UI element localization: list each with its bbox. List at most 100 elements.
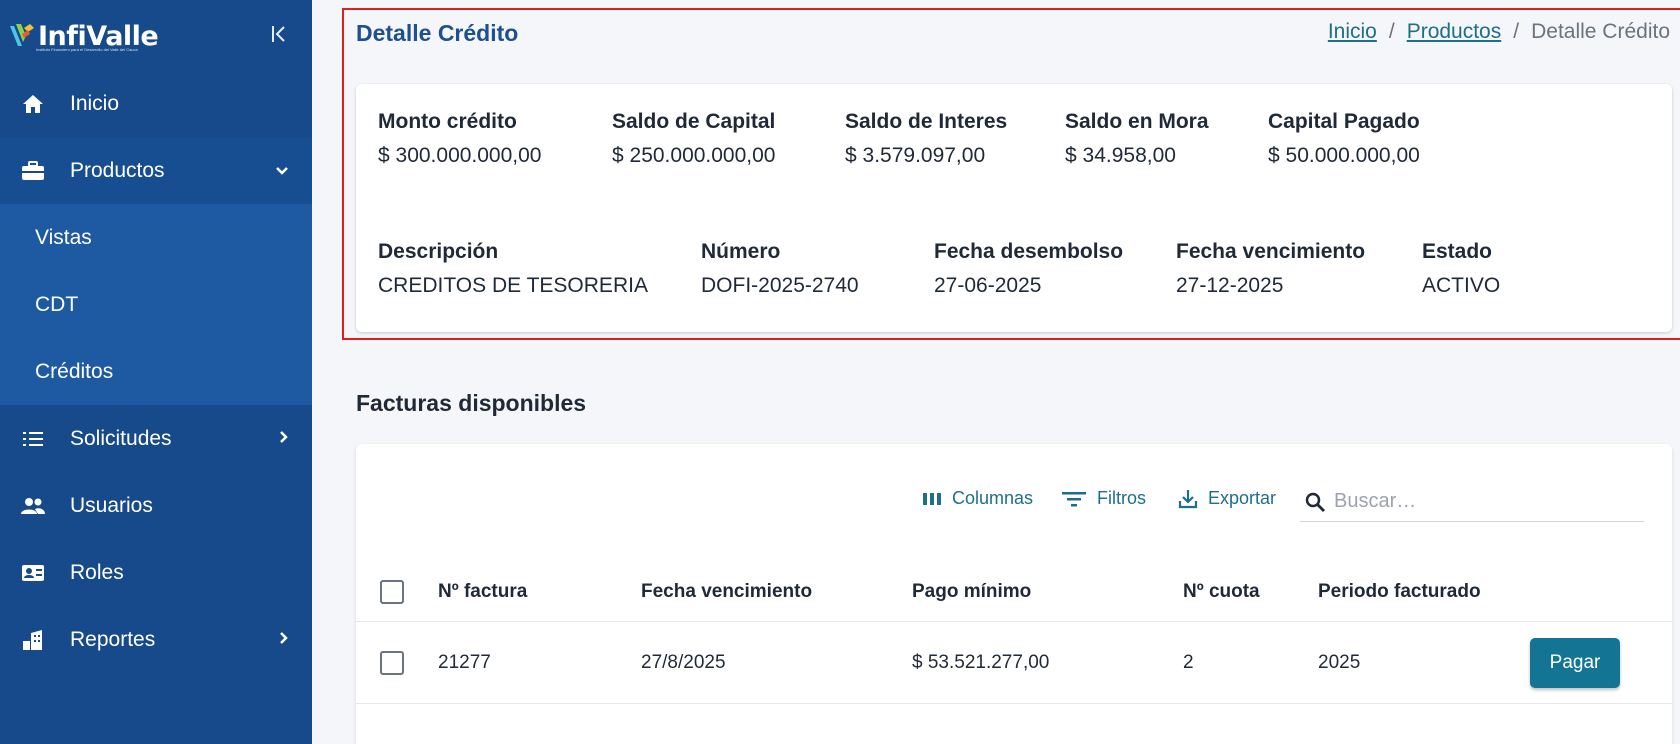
filters-label: Filtros xyxy=(1097,488,1146,508)
columns-button[interactable]: Columnas xyxy=(922,488,1033,509)
cell-periodo: 2025 xyxy=(1318,651,1361,673)
cell-factura: 21277 xyxy=(438,651,491,673)
field-value: 27-06-2025 xyxy=(934,274,1042,297)
sidebar-subitem-cdt[interactable]: CDT xyxy=(0,271,312,338)
credit-detail-card: Monto crédito $ 300.000.000,00 Saldo de … xyxy=(356,84,1672,332)
field-label: Saldo de Capital xyxy=(612,110,776,133)
columns-label: Columnas xyxy=(952,488,1034,508)
sidebar-item-label: Solicitudes xyxy=(70,426,172,450)
invoices-table: Columnas Filtros Exportar Nº factura Fec… xyxy=(356,444,1672,744)
table-toolbar: Columnas Filtros Exportar xyxy=(356,482,1672,522)
field-value: $ 34.958,00 xyxy=(1065,144,1176,167)
field-saldo-capital: Saldo de Capital $ 250.000.000,00 xyxy=(612,110,776,168)
users-icon xyxy=(20,493,46,519)
collapse-sidebar-button[interactable] xyxy=(268,22,290,46)
field-label: Saldo en Mora xyxy=(1065,110,1209,133)
field-fecha-vencimiento: Fecha vencimiento 27-12-2025 xyxy=(1176,240,1365,298)
id-card-icon xyxy=(20,560,46,586)
sidebar-item-reportes[interactable]: Reportes xyxy=(0,606,312,673)
chevron-right-icon xyxy=(280,632,288,647)
field-label: Número xyxy=(701,240,781,263)
sidebar-item-productos[interactable]: Productos xyxy=(0,137,312,204)
brand-tagline: Instituto Financiero para el Desarrollo … xyxy=(36,47,138,52)
field-label: Monto crédito xyxy=(378,110,517,133)
field-capital-pagado: Capital Pagado $ 50.000.000,00 xyxy=(1268,110,1420,168)
search-input[interactable] xyxy=(1334,490,1624,513)
field-saldo-mora: Saldo en Mora $ 34.958,00 xyxy=(1065,110,1209,168)
sidebar-subitem-creditos[interactable]: Créditos xyxy=(0,338,312,405)
brand-name: InfiValle xyxy=(38,21,159,52)
sidebar-item-inicio[interactable]: Inicio xyxy=(0,70,312,137)
search-icon xyxy=(1305,492,1325,512)
breadcrumb-separator: / xyxy=(1513,20,1520,43)
column-header-pago-minimo[interactable]: Pago mínimo xyxy=(912,581,1031,603)
breadcrumb: Inicio / Productos / Detalle Crédito xyxy=(1328,20,1670,44)
invoices-title: Facturas disponibles xyxy=(356,390,587,416)
sidebar: InfiValle Instituto Financiero para el D… xyxy=(0,0,312,744)
list-icon xyxy=(20,426,46,452)
pay-button[interactable]: Pagar xyxy=(1530,638,1620,688)
field-value: 27-12-2025 xyxy=(1176,274,1284,297)
field-value: $ 50.000.000,00 xyxy=(1268,144,1420,167)
field-value: CREDITOS DE TESORERIA xyxy=(378,274,648,297)
breadcrumb-productos[interactable]: Productos xyxy=(1407,20,1502,44)
logo-mark-icon xyxy=(8,20,38,50)
cell-pago-minimo: $ 53.521.277,00 xyxy=(912,651,1050,673)
field-value: $ 3.579.097,00 xyxy=(845,144,986,167)
field-descripcion: Descripción CREDITOS DE TESORERIA xyxy=(378,240,648,298)
page-title: Detalle Crédito xyxy=(356,20,519,46)
field-fecha-desembolso: Fecha desembolso 27-06-2025 xyxy=(934,240,1123,298)
row-checkbox[interactable] xyxy=(380,650,404,675)
table-header: Nº factura Fecha vencimiento Pago mínimo… xyxy=(356,562,1672,622)
filter-icon xyxy=(1062,491,1086,506)
field-numero: Número DOFI-2025-2740 xyxy=(701,240,859,298)
field-value: DOFI-2025-2740 xyxy=(701,274,859,297)
sidebar-item-roles[interactable]: Roles xyxy=(0,539,312,606)
field-estado: Estado ACTIVO xyxy=(1422,240,1500,298)
sidebar-item-label: Roles xyxy=(70,560,124,584)
collapse-icon xyxy=(272,26,285,42)
sidebar-item-label: Usuarios xyxy=(70,493,153,517)
home-icon xyxy=(20,91,46,117)
sidebar-item-label: Inicio xyxy=(70,91,120,115)
infivalle-logo[interactable]: InfiValle xyxy=(8,20,159,52)
field-label: Descripción xyxy=(378,240,499,263)
column-header-periodo[interactable]: Periodo facturado xyxy=(1318,581,1481,603)
columns-icon xyxy=(923,492,941,505)
field-label: Saldo de Interes xyxy=(845,110,1008,133)
breadcrumb-current: Detalle Crédito xyxy=(1531,20,1670,43)
table-row: 21277 27/8/2025 $ 53.521.277,00 2 2025 P… xyxy=(356,622,1672,704)
field-value: ACTIVO xyxy=(1422,274,1501,297)
cell-vencimiento: 27/8/2025 xyxy=(641,651,726,673)
breadcrumb-inicio[interactable]: Inicio xyxy=(1328,20,1377,44)
productos-submenu: Vistas CDT Créditos xyxy=(0,204,312,405)
sidebar-subitem-vistas[interactable]: Vistas xyxy=(0,204,312,271)
field-monto-credito: Monto crédito $ 300.000.000,00 xyxy=(378,110,542,168)
field-saldo-interes: Saldo de Interes $ 3.579.097,00 xyxy=(845,110,1007,168)
column-header-factura[interactable]: Nº factura xyxy=(438,581,527,603)
sidebar-item-solicitudes[interactable]: Solicitudes xyxy=(0,405,312,472)
field-label: Fecha vencimiento xyxy=(1176,240,1366,263)
sidebar-item-usuarios[interactable]: Usuarios xyxy=(0,472,312,539)
filters-button[interactable]: Filtros xyxy=(1061,488,1146,509)
chevron-down-icon xyxy=(276,163,288,178)
field-label: Fecha desembolso xyxy=(934,240,1124,263)
column-header-vencimiento[interactable]: Fecha vencimiento xyxy=(641,581,812,603)
search-box xyxy=(1300,482,1644,522)
cell-cuota: 2 xyxy=(1183,651,1194,673)
column-header-cuota[interactable]: Nº cuota xyxy=(1183,581,1260,603)
sidebar-item-label: Productos xyxy=(70,158,165,182)
field-value: $ 300.000.000,00 xyxy=(378,144,542,167)
field-label: Capital Pagado xyxy=(1268,110,1420,133)
download-icon xyxy=(1178,489,1198,508)
building-icon xyxy=(20,627,46,653)
briefcase-icon xyxy=(20,158,46,184)
export-label: Exportar xyxy=(1208,488,1277,508)
export-button[interactable]: Exportar xyxy=(1178,488,1276,509)
field-label: Estado xyxy=(1422,240,1493,263)
breadcrumb-separator: / xyxy=(1388,20,1395,43)
sidebar-item-label: Reportes xyxy=(70,627,156,651)
main-content: Detalle Crédito Inicio / Productos / Det… xyxy=(312,0,1680,744)
chevron-right-icon xyxy=(280,431,288,446)
select-all-checkbox[interactable] xyxy=(380,579,404,604)
